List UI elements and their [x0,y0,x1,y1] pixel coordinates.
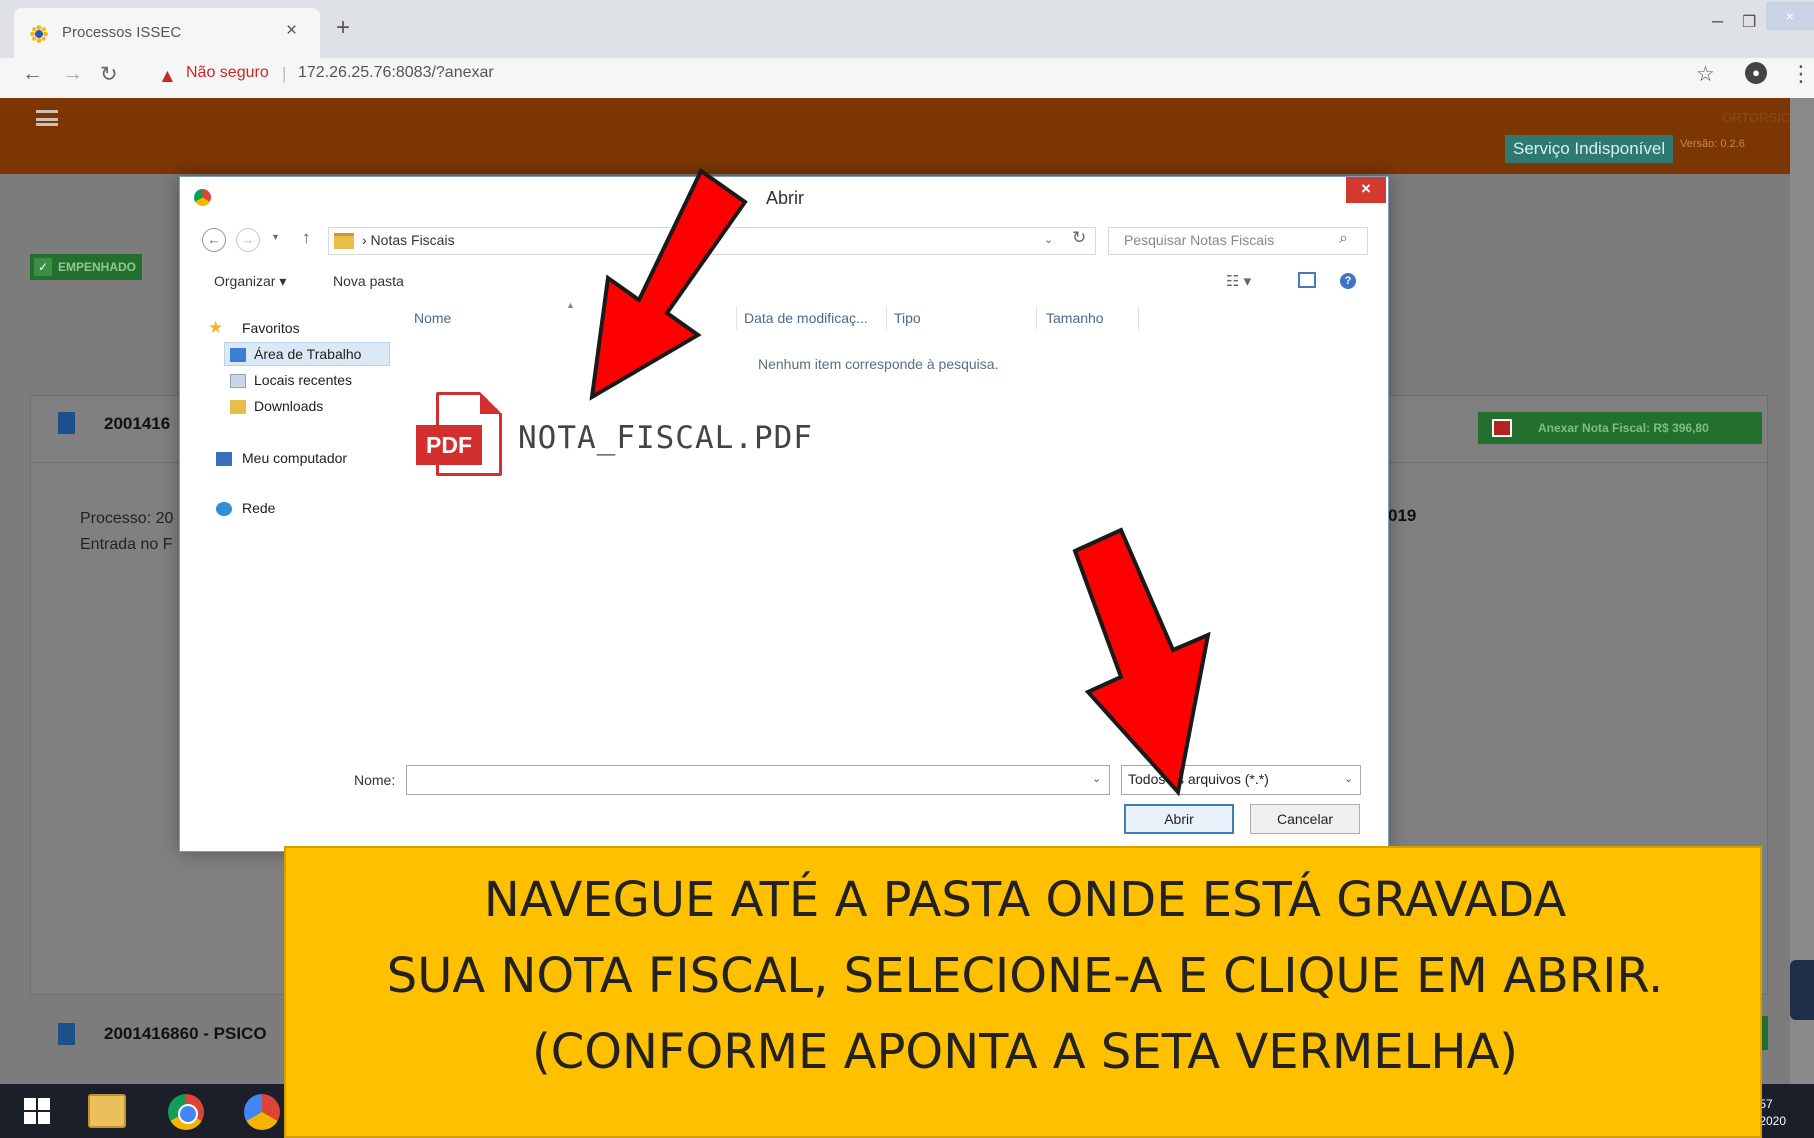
red-arrow-to-open-button [1072,527,1211,797]
instruction-arrows [589,168,1211,797]
red-arrow-to-file [589,168,748,401]
